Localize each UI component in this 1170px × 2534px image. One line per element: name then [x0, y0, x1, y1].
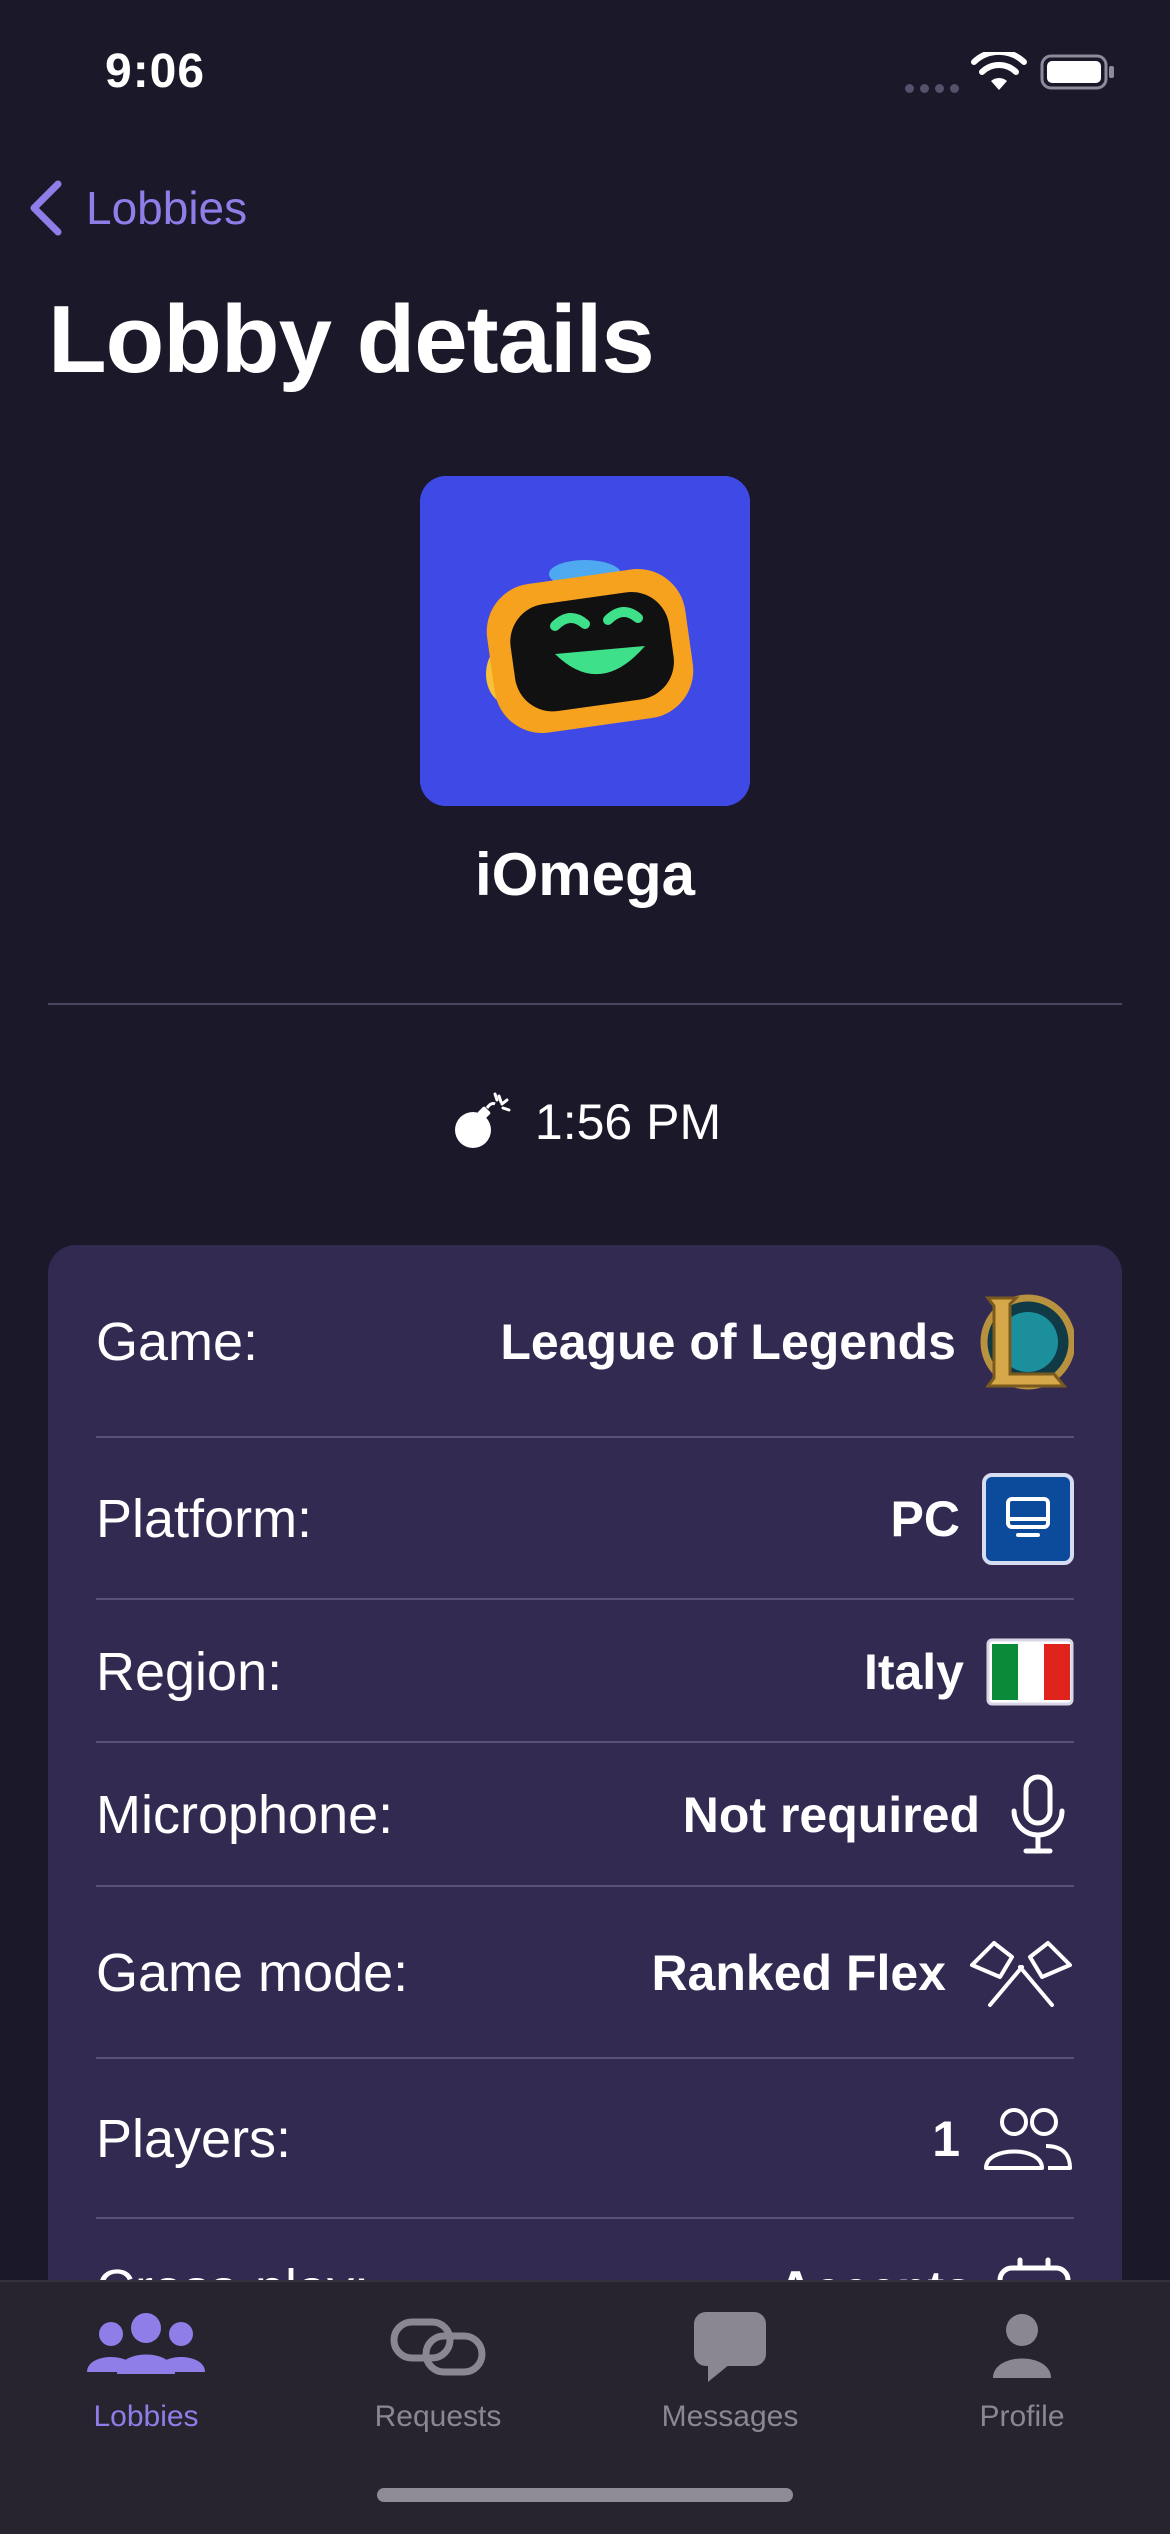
- person-icon: [993, 2314, 1051, 2378]
- detail-value: Ranked Flex: [651, 1945, 946, 2001]
- tab-messages[interactable]: Messages: [584, 2282, 876, 2452]
- home-indicator: [377, 2488, 793, 2502]
- lobby-expire-row: 1:56 PM: [0, 1090, 1170, 1154]
- tab-lobbies[interactable]: Lobbies: [0, 2282, 292, 2452]
- tab-label: Messages: [661, 2400, 799, 2433]
- detail-label: Platform:: [96, 1489, 313, 1549]
- detail-value: Not required: [682, 1787, 980, 1843]
- status-time: 9:06: [105, 45, 206, 98]
- chat-bubble-icon: [694, 2312, 766, 2382]
- expire-time: 1:56 PM: [534, 1094, 722, 1150]
- group-icon: [87, 2313, 205, 2374]
- detail-label: Players:: [96, 2109, 292, 2169]
- wifi-icon: [971, 52, 1027, 90]
- detail-row-microphone: Microphone: Not required: [96, 1743, 1074, 1887]
- league-of-legends-logo-icon: [980, 1294, 1074, 1389]
- tab-requests[interactable]: Requests: [292, 2282, 584, 2452]
- lobby-owner-name: iOmega: [474, 841, 696, 908]
- detail-row-region: Region: Italy: [96, 1600, 1074, 1743]
- detail-value: 1: [932, 2111, 960, 2167]
- page-title: Lobby details: [48, 286, 655, 393]
- detail-value: League of Legends: [500, 1313, 956, 1370]
- tab-label: Lobbies: [93, 2400, 199, 2433]
- lobby-details-card: Game: League of Legends Platform: PC Reg…: [48, 1245, 1122, 2375]
- detail-row-game-mode: Game mode: Ranked Flex: [96, 1887, 1074, 2059]
- tab-label: Requests: [374, 2400, 502, 2433]
- cellular-signal-icon: [905, 84, 959, 93]
- detail-row-players: Players: 1: [96, 2059, 1074, 2219]
- people-icon: [984, 2108, 1072, 2170]
- microphone-icon: [1011, 1774, 1065, 1854]
- detail-row-game: Game: League of Legends: [96, 1245, 1074, 1438]
- tab-profile[interactable]: Profile: [876, 2282, 1168, 2452]
- back-button[interactable]: Lobbies: [26, 175, 247, 241]
- back-label: Lobbies: [86, 182, 248, 234]
- detail-label: Game:: [96, 1311, 259, 1372]
- italy-flag-icon: [986, 1638, 1074, 1705]
- detail-label: Microphone:: [96, 1785, 394, 1845]
- link-icon: [390, 2318, 486, 2376]
- avatar: [420, 476, 750, 806]
- detail-value: Italy: [863, 1643, 964, 1700]
- status-bar: 9:06: [0, 0, 1170, 140]
- detail-value: PC: [890, 1491, 960, 1547]
- divider: [48, 1003, 1122, 1005]
- crossed-flags-icon: [970, 1941, 1072, 2007]
- detail-label: Game mode:: [96, 1943, 409, 2003]
- tab-label: Profile: [979, 2400, 1065, 2433]
- chevron-left-icon: [30, 180, 62, 236]
- detail-row-platform: Platform: PC: [96, 1438, 1074, 1600]
- detail-label: Region:: [96, 1641, 283, 1702]
- bomb-icon: [454, 1092, 511, 1148]
- robot-avatar-icon: [420, 476, 750, 806]
- battery-icon: [1040, 54, 1114, 90]
- pc-icon: [982, 1473, 1074, 1565]
